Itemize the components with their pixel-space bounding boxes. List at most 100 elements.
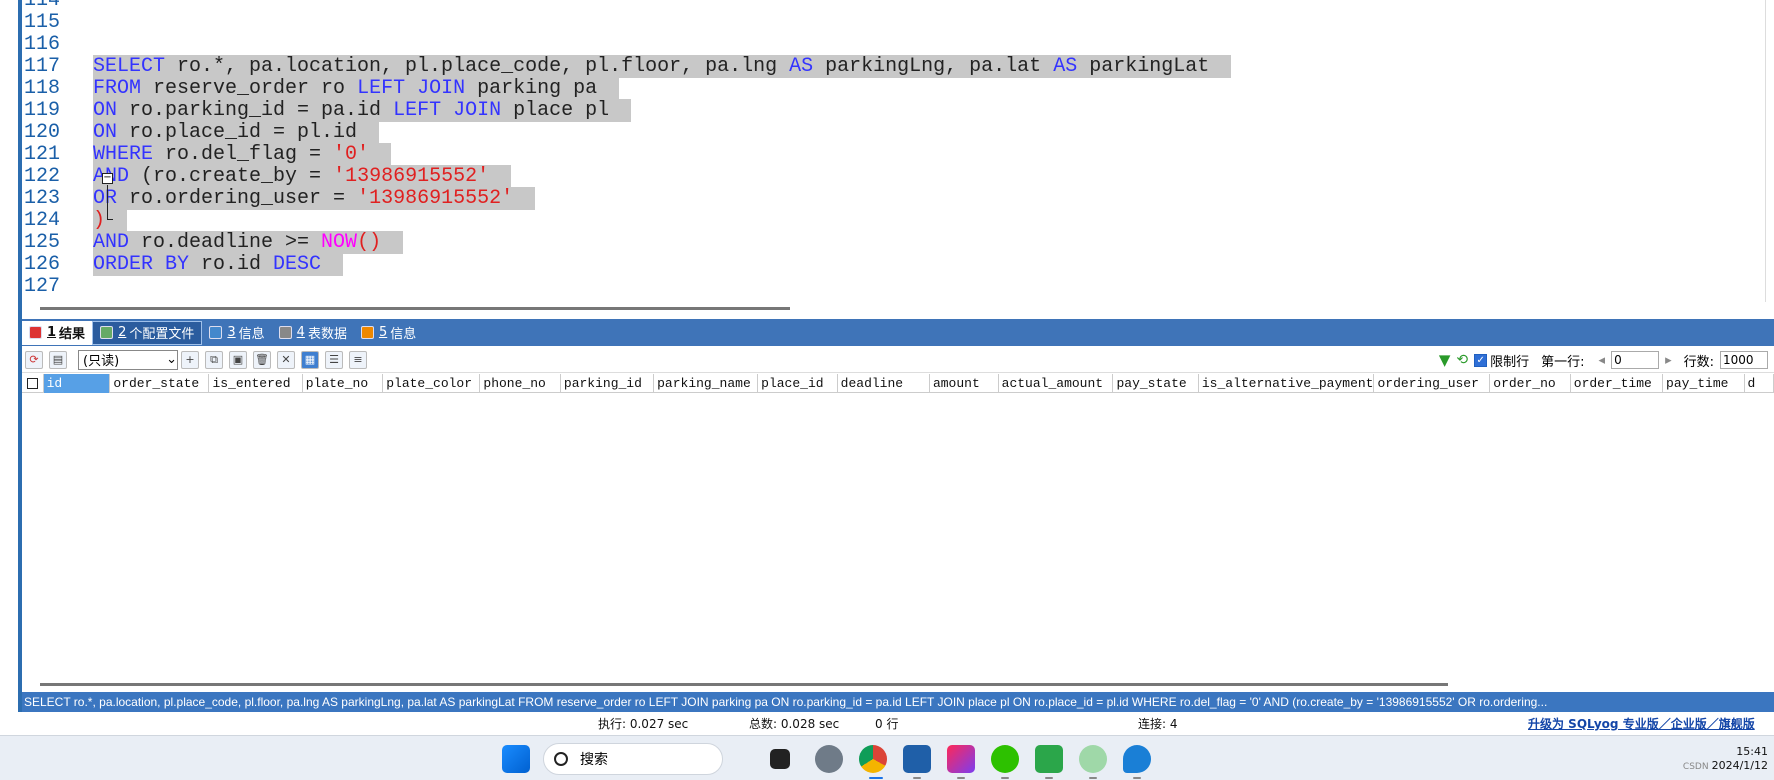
code-line[interactable]: ORDER BY ro.id DESC	[93, 253, 1231, 276]
code-line[interactable]: AND ro.deadline >= NOW()	[93, 231, 1231, 254]
tab-label: 表数据	[307, 327, 347, 342]
app-window-icon[interactable]	[903, 745, 931, 773]
code-token: place pl	[501, 99, 610, 122]
code-line[interactable]: ON ro.parking_id = pa.id LEFT JOIN place…	[93, 99, 1231, 122]
clock-date: 2024/1/12	[1711, 759, 1768, 772]
column-header[interactable]: parking_id	[561, 374, 655, 393]
fold-toggle-icon[interactable]: −	[102, 173, 113, 184]
reset-filter-icon[interactable]: ⟲	[1456, 352, 1468, 368]
selected-text: SELECT ro.*, pa.location, pl.place_code,…	[93, 55, 1232, 78]
code-line[interactable]	[93, 0, 1231, 12]
next-page-icon[interactable]: ▸	[1665, 353, 1672, 368]
line-number: 126	[24, 253, 61, 276]
connection-count: 连接: 4	[1138, 717, 1178, 731]
column-header[interactable]: deadline	[838, 374, 930, 393]
upgrade-link[interactable]: 升级为 SQLyog 专业版／企业版／旗舰版	[1528, 715, 1755, 732]
settings-icon[interactable]	[815, 745, 843, 773]
hbuilder-running-indicator	[1045, 777, 1053, 779]
column-header[interactable]: order_time	[1571, 374, 1664, 393]
text-view-icon[interactable]: ≡	[349, 350, 367, 369]
column-header[interactable]: actual_amount	[999, 374, 1114, 393]
column-header[interactable]: d	[1745, 374, 1774, 393]
save-icon[interactable]: ▣	[229, 350, 247, 369]
editor-horizontal-scrollbar[interactable]	[40, 307, 790, 310]
mini-program-icon[interactable]	[1079, 745, 1107, 773]
code-token: parkingLat	[1077, 55, 1210, 78]
column-header[interactable]: ordering_user	[1374, 374, 1491, 393]
tab-2[interactable]: 2 个配置文件	[92, 320, 203, 345]
tab-3[interactable]: 3 信息	[202, 321, 271, 345]
mode-select[interactable]: (只读) ⌄	[78, 349, 178, 370]
select-all-checkbox[interactable]	[22, 374, 44, 393]
code-token: ()	[357, 231, 382, 254]
code-line[interactable]: SELECT ro.*, pa.location, pl.place_code,…	[93, 55, 1232, 78]
code-line[interactable]	[93, 12, 1231, 34]
tab-1[interactable]: 1 结果	[22, 320, 93, 345]
filter-icon[interactable]: ▼	[1439, 351, 1451, 369]
code-token: AND	[93, 231, 130, 254]
code-line[interactable]: WHERE ro.del_flag = '0'	[93, 143, 1231, 166]
code-line[interactable]	[93, 34, 1231, 56]
tab-5[interactable]: 5 信息	[354, 321, 423, 345]
column-header[interactable]: order_no	[1490, 374, 1571, 393]
task-view-icon[interactable]	[770, 749, 790, 769]
line-number: 125	[24, 231, 61, 254]
delete-icon[interactable]: 🗑	[253, 350, 271, 369]
export-icon[interactable]: ▤	[49, 350, 67, 369]
code-line[interactable]	[93, 276, 1231, 298]
line-number: 121	[24, 143, 61, 166]
tab-label: 结果	[59, 327, 86, 342]
code-token: NOW	[321, 231, 358, 254]
fold-guide	[107, 185, 108, 219]
column-header[interactable]: place_id	[758, 374, 838, 393]
chrome-icon[interactable]	[859, 745, 887, 773]
sql-code[interactable]: SELECT ro.*, pa.location, pl.place_code,…	[93, 0, 1232, 298]
wechat-icon[interactable]	[991, 745, 1019, 773]
column-header[interactable]: pay_state	[1113, 374, 1199, 393]
column-header[interactable]: plate_color	[383, 374, 481, 393]
rows-input[interactable]	[1720, 351, 1768, 369]
grid-horizontal-scrollbar[interactable]	[40, 683, 1448, 686]
column-header[interactable]: order_state	[110, 374, 210, 393]
windows-start-icon[interactable]	[502, 745, 530, 773]
column-header[interactable]: parking_name	[654, 374, 759, 393]
cancel-icon[interactable]: ✕	[277, 350, 295, 369]
code-line[interactable]: AND (ro.create_by = '13986915552'	[93, 165, 1231, 188]
sql-editor[interactable]: 114 115 116 117 118 119 120 121 122 123 124 125 126 1…	[22, 0, 1766, 302]
taskbar-search[interactable]: 搜索	[543, 743, 723, 775]
result-grid-body[interactable]	[22, 394, 1774, 676]
column-header[interactable]: phone_no	[480, 374, 561, 393]
column-header[interactable]: id	[43, 374, 111, 393]
column-header[interactable]: is_alternative_payment	[1199, 374, 1375, 393]
code-line[interactable]: )	[93, 209, 1231, 232]
code-token: LEFT JOIN	[393, 99, 502, 122]
chrome-active-indicator	[869, 777, 883, 779]
chevron-down-icon: ⌄	[166, 352, 177, 367]
first-row-input[interactable]	[1611, 351, 1660, 369]
duplicate-row-icon[interactable]: ⧉	[205, 350, 223, 369]
tab-4[interactable]: 4 表数据	[272, 321, 354, 345]
hbuilder-icon[interactable]	[1035, 745, 1063, 773]
code-line[interactable]: OR ro.ordering_user = '13986915552'	[93, 187, 1231, 210]
column-header[interactable]: pay_time	[1663, 374, 1745, 393]
insert-row-icon[interactable]: +	[181, 350, 199, 369]
left-object-browser-edge[interactable]	[0, 0, 22, 733]
line-number: 119	[24, 99, 61, 122]
code-line[interactable]: FROM reserve_order ro LEFT JOIN parking …	[93, 77, 1231, 100]
selected-text: AND (ro.create_by = '13986915552'	[93, 165, 512, 188]
form-view-icon[interactable]: ☰	[325, 350, 343, 369]
code-line[interactable]: ON ro.place_id = pl.id	[93, 121, 1231, 144]
statusbar: 执行: 0.027 sec 总数: 0.028 sec 0 行 连接: 4 升级…	[0, 712, 1774, 733]
sqlyog-icon[interactable]	[1123, 745, 1151, 773]
refresh-icon[interactable]: ⟳	[25, 350, 43, 369]
intellij-icon[interactable]	[947, 745, 975, 773]
system-clock[interactable]: 15:41 CSDN 2024/1/12	[1683, 745, 1768, 774]
column-header[interactable]: plate_no	[303, 374, 384, 393]
grid-view-icon[interactable]: ▦	[301, 350, 319, 369]
limit-rows-checkbox[interactable]: ✓	[1474, 353, 1488, 367]
prev-page-icon[interactable]: ◂	[1599, 353, 1606, 368]
line-number: 122	[24, 165, 61, 188]
column-header[interactable]: amount	[930, 374, 999, 393]
column-header[interactable]: is_entered	[209, 374, 303, 393]
sql-statusbar: SELECT ro.*, pa.location, pl.place_code,…	[22, 692, 1774, 712]
